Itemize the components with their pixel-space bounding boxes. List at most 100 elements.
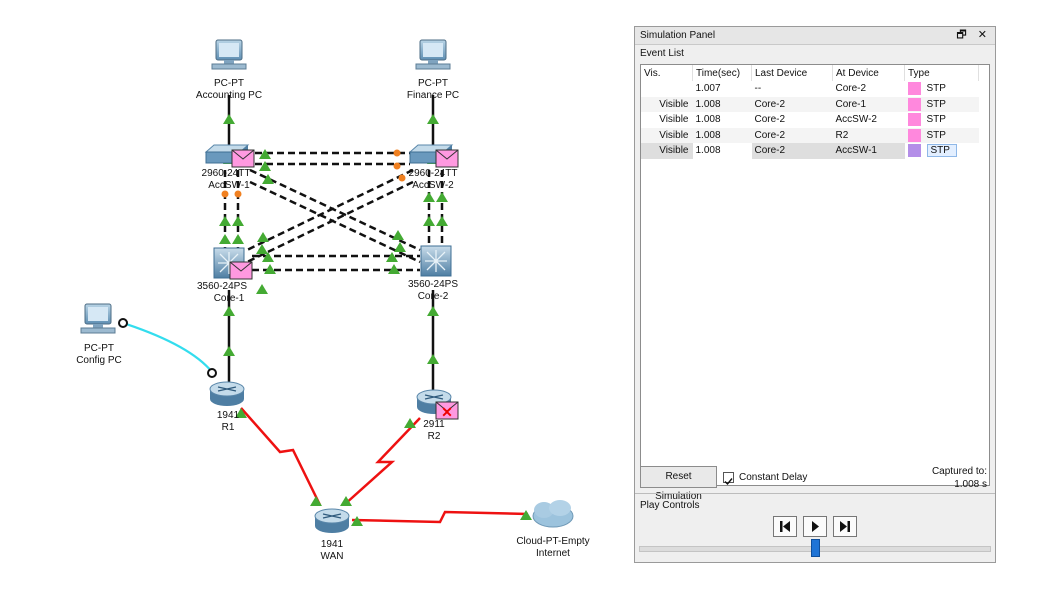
stp-envelope-icon [231, 149, 255, 168]
type-text: STP [926, 83, 946, 95]
event-list-table[interactable]: Vis. Time(sec) Last Device At Device Typ… [640, 64, 990, 486]
cell-time: 1.008 [692, 127, 752, 143]
cell-at-device: AccSW-1 [832, 143, 905, 159]
link-accsw1-core2-b [249, 180, 421, 264]
window-buttons[interactable]: 🗗 ✕ [956, 27, 991, 44]
cell-type[interactable]: STP [905, 143, 979, 159]
step-back-icon [780, 521, 790, 532]
accounting-pc-model: PC-PT [214, 78, 244, 89]
forward-button[interactable] [833, 516, 857, 537]
cell-vis[interactable]: Visible [641, 96, 693, 112]
cell-type[interactable]: STP [905, 112, 979, 128]
device-wan[interactable]: 1941 WAN [314, 508, 350, 562]
link-console-configpc-r1 [122, 321, 213, 373]
network-topology[interactable]: PC-PT Accounting PC PC-PT Finance PC 296… [0, 0, 632, 597]
cell-last-device: -- [754, 83, 762, 95]
link-r2-wan [343, 417, 421, 506]
config-pc-name: Config PC [76, 355, 122, 366]
accsw1-model: 2960-24TT [202, 168, 251, 179]
col-at-device[interactable]: At Device [832, 65, 905, 81]
wan-name: WAN [321, 551, 344, 562]
step-forward-icon [840, 521, 850, 532]
cloud-icon [532, 500, 574, 528]
reset-simulation-button[interactable]: Reset Simulation [640, 466, 717, 502]
back-button[interactable] [773, 516, 797, 537]
event-list-label: Event List [640, 48, 684, 59]
stp-envelope-icon [435, 149, 459, 168]
accsw2-model: 2960-24TT [409, 168, 458, 179]
table-row[interactable]: Visible 1.008 Core-2 R2 STP [641, 127, 979, 143]
link-wan-internet [351, 510, 529, 524]
device-r1[interactable]: 1941 R1 [209, 381, 245, 433]
color-swatch[interactable] [907, 128, 921, 142]
core2-name: Core-2 [418, 291, 449, 302]
cell-at-device: Core-1 [832, 96, 905, 112]
core2-model: 3560-24PS [408, 279, 458, 290]
cell-at-device: Core-2 [835, 83, 867, 95]
constant-delay-checkbox[interactable] [723, 472, 734, 486]
cell-at-device: R2 [832, 127, 905, 143]
cell-vis[interactable] [641, 81, 693, 97]
playback-slider-thumb[interactable] [811, 539, 820, 557]
color-swatch[interactable] [907, 144, 921, 158]
accsw1-name: AccSW-1 [208, 180, 250, 191]
cell-vis[interactable]: Visible [641, 143, 693, 159]
device-accsw1[interactable]: 2960-24TT AccSW-1 [202, 144, 255, 191]
table-row[interactable]: 1.007 -- Core-2 STP [641, 81, 979, 97]
table-row[interactable]: Visible 1.008 Core-2 AccSW-2 STP [641, 112, 979, 128]
cloud-model: Cloud-PT-Empty [516, 536, 589, 547]
play-controls: Play Controls [635, 493, 995, 562]
r1-model: 1941 [217, 410, 240, 421]
accounting-pc-name: Accounting PC [196, 90, 262, 101]
cell-time: 1.007 [695, 83, 721, 95]
type-text: STP [926, 114, 946, 126]
col-type[interactable]: Type [904, 65, 979, 81]
console-end-r1 [207, 368, 217, 378]
cell-type[interactable]: STP [904, 127, 979, 143]
cell-last-device: Core-2 [751, 127, 833, 143]
device-config-pc[interactable]: PC-PT Config PC [76, 303, 122, 366]
link-r1-wan [240, 407, 322, 506]
core1-model: 3560-24PS [197, 281, 247, 292]
r1-name: R1 [222, 422, 235, 433]
cell-time: 1.008 [692, 96, 752, 112]
play-icon [812, 521, 819, 532]
type-text: STP [926, 129, 946, 141]
panel-title: Simulation Panel [640, 30, 716, 41]
table-row[interactable]: Visible 1.008 Core-2 Core-1 STP [641, 96, 979, 112]
play-button[interactable] [803, 516, 827, 537]
cell-type[interactable]: STP [905, 81, 979, 97]
device-internet-cloud[interactable]: Cloud-PT-Empty Internet [516, 500, 590, 559]
col-time[interactable]: Time(sec) [692, 65, 752, 81]
cell-at-device: AccSW-2 [835, 114, 878, 126]
accsw2-name: AccSW-2 [412, 180, 454, 191]
event-list-header: Vis. Time(sec) Last Device At Device Typ… [641, 65, 979, 81]
panel-title-bar[interactable]: Simulation Panel 🗗 ✕ [635, 27, 995, 45]
color-swatch[interactable] [907, 97, 921, 111]
cell-type[interactable]: STP [904, 96, 979, 112]
cell-last-device: Core-2 [754, 114, 786, 126]
device-accsw2[interactable]: 2960-24TT AccSW-2 [409, 144, 459, 191]
device-core2[interactable]: 3560-24PS Core-2 [408, 245, 458, 302]
device-accounting-pc[interactable]: PC-PT Accounting PC [196, 39, 262, 101]
r2-model: 2911 [423, 419, 445, 430]
color-swatch[interactable] [907, 113, 921, 127]
captured-to-value: 1.008 s [954, 479, 987, 490]
device-r2[interactable]: ✕ 2911 R2 [416, 389, 459, 442]
wan-model: 1941 [321, 539, 344, 550]
type-text: STP [926, 98, 946, 110]
constant-delay-label[interactable]: Constant Delay [739, 472, 807, 483]
cell-vis[interactable]: Visible [641, 127, 693, 143]
table-row-selected[interactable]: Visible 1.008 Core-2 AccSW-1 STP [641, 143, 979, 159]
device-finance-pc[interactable]: PC-PT Finance PC [407, 39, 459, 101]
cell-time: 1.008 [695, 114, 721, 126]
device-core1[interactable]: 3560-24PS Core-1 [197, 247, 253, 304]
finance-pc-name: Finance PC [407, 90, 459, 101]
cell-vis[interactable]: Visible [641, 112, 693, 128]
col-last-device[interactable]: Last Device [751, 65, 833, 81]
console-end-pc [118, 318, 128, 328]
stp-envelope-icon [229, 261, 253, 280]
dropped-x-icon: ✕ [441, 404, 453, 420]
col-vis[interactable]: Vis. [641, 65, 693, 81]
color-swatch[interactable] [907, 82, 921, 96]
